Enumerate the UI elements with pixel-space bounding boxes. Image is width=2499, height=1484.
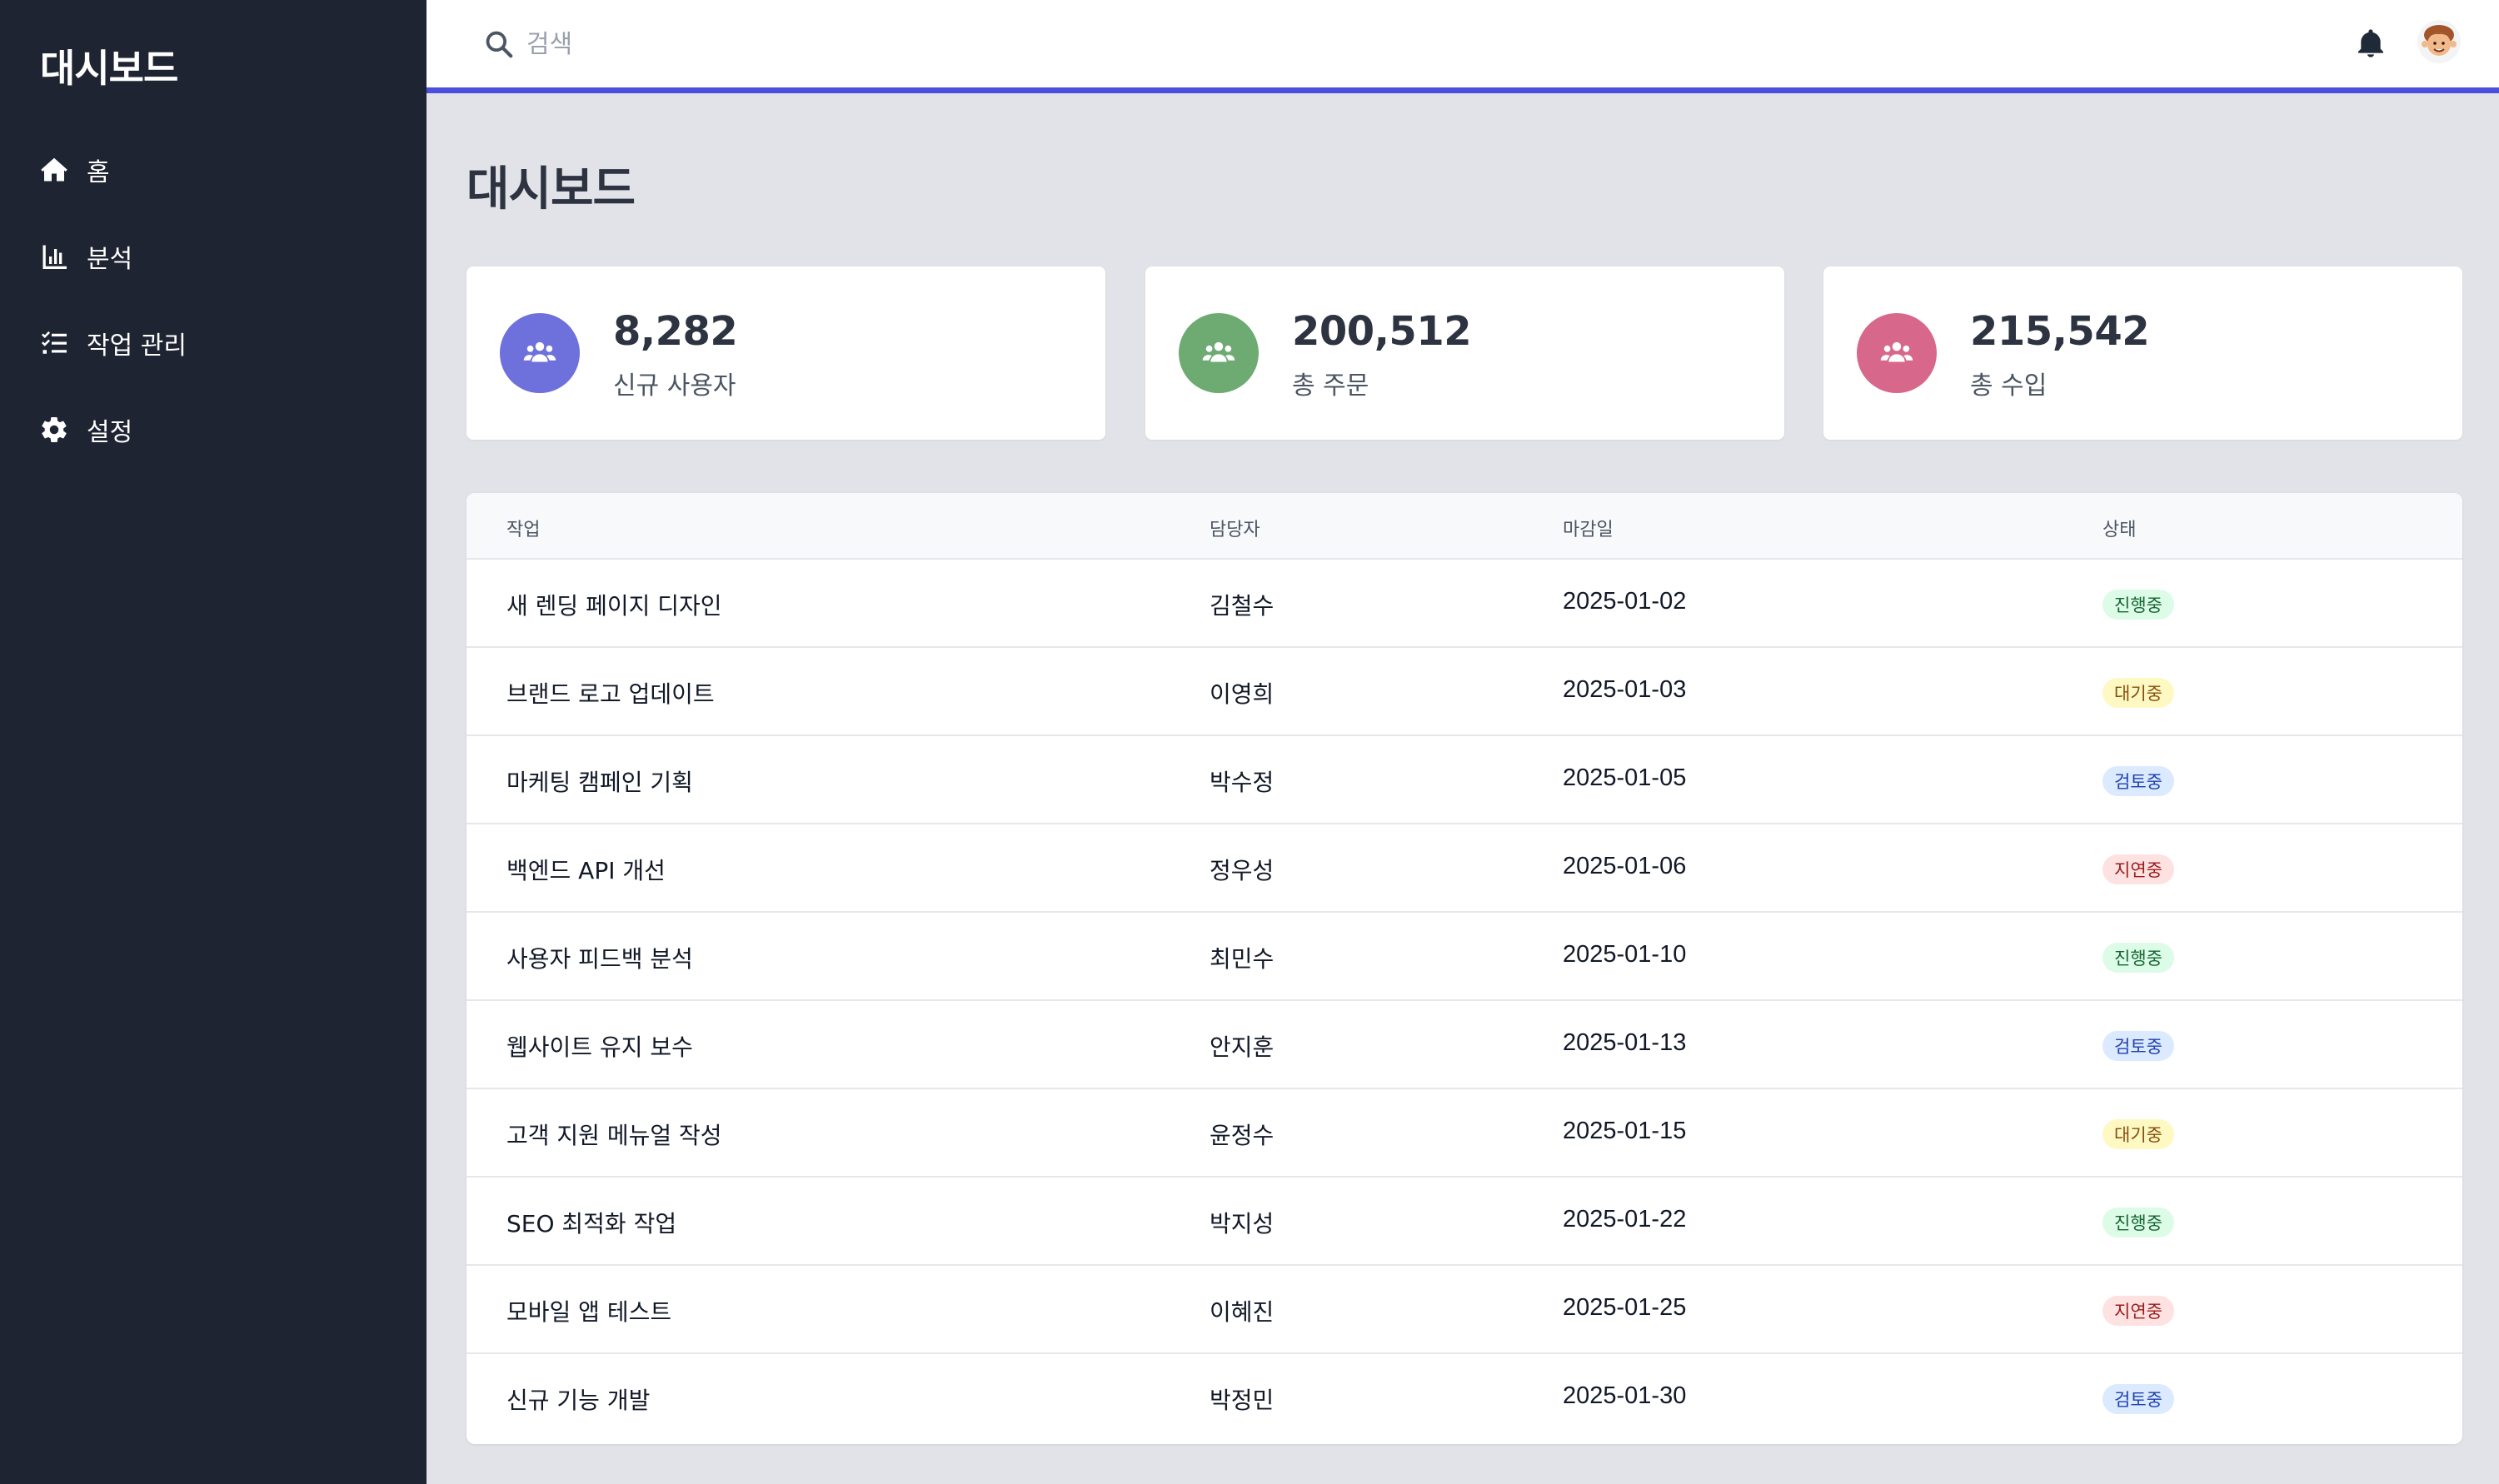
task-cell: 백엔드 API 개선	[506, 857, 666, 884]
stat-label: 총 수입	[1970, 371, 2048, 401]
stat-card-new-users: 8,282 신규 사용자	[466, 266, 1105, 440]
stat-card-total-revenue: 215,542 총 수입	[1823, 266, 2462, 440]
assignee-cell: 박정민	[1210, 1387, 1274, 1414]
due-date-cell: 2025-01-25	[1563, 1294, 1687, 1321]
avatar[interactable]	[2417, 20, 2461, 63]
task-cell: 웹사이트 유지 보수	[506, 1033, 693, 1061]
table-row[interactable]: SEO 최적화 작업 박지성 2025-01-22 진행중	[466, 1178, 2462, 1266]
task-cell: 모바일 앱 테스트	[506, 1298, 672, 1326]
sidebar-item-tasks[interactable]: 작업 관리	[38, 318, 405, 368]
bell-icon[interactable]	[2354, 27, 2387, 60]
status-badge: 대기중	[2102, 1119, 2174, 1149]
sidebar-item-label: 분석	[87, 245, 133, 274]
assignee-cell: 안지훈	[1210, 1033, 1274, 1061]
due-date-cell: 2025-01-02	[1563, 588, 1687, 615]
due-date-cell: 2025-01-22	[1563, 1206, 1687, 1233]
status-badge: 검토중	[2102, 1031, 2174, 1061]
chart-icon	[38, 241, 70, 272]
column-header-task[interactable]: 작업	[506, 515, 540, 541]
sidebar-item-home[interactable]: 홈	[38, 145, 405, 195]
status-badge: 진행중	[2102, 590, 2174, 620]
sidebar-item-label: 홈	[87, 158, 110, 187]
status-badge: 검토중	[2102, 1384, 2174, 1414]
stat-value: 8,282	[613, 308, 738, 355]
tasks-icon	[38, 327, 70, 359]
task-table: 작업 담당자 마감일 상태 새 렌딩 페이지 디자인 김철수 2025-01-02 진…	[466, 493, 2462, 1444]
task-cell: 신규 기능 개발	[506, 1387, 651, 1414]
assignee-cell: 윤정수	[1210, 1122, 1274, 1149]
users-icon	[1179, 313, 1259, 393]
assignee-cell: 이영희	[1210, 680, 1274, 708]
table-row[interactable]: 새 렌딩 페이지 디자인 김철수 2025-01-02 진행중	[466, 560, 2462, 648]
task-cell: 브랜드 로고 업데이트	[506, 680, 715, 708]
column-header-status[interactable]: 상태	[2102, 515, 2136, 541]
table-row[interactable]: 브랜드 로고 업데이트 이영희 2025-01-03 대기중	[466, 648, 2462, 736]
users-icon	[500, 313, 580, 393]
stat-label: 총 주문	[1292, 371, 1369, 401]
sidebar-item-label: 작업 관리	[87, 331, 187, 361]
stat-label: 신규 사용자	[613, 371, 736, 401]
stat-value: 200,512	[1292, 308, 1472, 355]
task-cell: 새 렌딩 페이지 디자인	[506, 592, 722, 620]
status-badge: 지연중	[2102, 1296, 2174, 1326]
gear-icon	[38, 414, 70, 446]
due-date-cell: 2025-01-15	[1563, 1118, 1687, 1144]
assignee-cell: 이혜진	[1210, 1298, 1274, 1326]
sidebar: 대시보드 홈 분석 작업 관리 설정	[0, 0, 426, 1484]
table-row[interactable]: 신규 기능 개발 박정민 2025-01-30 검토중	[466, 1354, 2462, 1442]
topbar	[426, 0, 2499, 93]
home-icon	[38, 154, 70, 186]
assignee-cell: 최민수	[1210, 945, 1274, 973]
table-row[interactable]: 백엔드 API 개선 정우성 2025-01-06 지연중	[466, 824, 2462, 913]
assignee-cell: 김철수	[1210, 592, 1274, 620]
status-badge: 진행중	[2102, 1208, 2174, 1237]
column-header-due-date[interactable]: 마감일	[1563, 515, 1614, 541]
task-cell: 사용자 피드백 분석	[506, 945, 693, 973]
due-date-cell: 2025-01-03	[1563, 676, 1687, 703]
search-input[interactable]	[526, 22, 1276, 67]
table-row[interactable]: 모바일 앱 테스트 이혜진 2025-01-25 지연중	[466, 1266, 2462, 1354]
table-header: 작업 담당자 마감일 상태	[466, 493, 2462, 560]
status-badge: 대기중	[2102, 678, 2174, 708]
task-cell: 고객 지원 메뉴얼 작성	[506, 1122, 722, 1149]
column-header-assignee[interactable]: 담당자	[1210, 515, 1260, 541]
status-badge: 진행중	[2102, 943, 2174, 973]
due-date-cell: 2025-01-10	[1563, 941, 1687, 968]
brand-title: 대시보드	[40, 46, 178, 91]
table-row[interactable]: 고객 지원 메뉴얼 작성 윤정수 2025-01-15 대기중	[466, 1089, 2462, 1178]
due-date-cell: 2025-01-13	[1563, 1029, 1687, 1056]
table-row[interactable]: 사용자 피드백 분석 최민수 2025-01-10 진행중	[466, 913, 2462, 1001]
sidebar-item-analytics[interactable]: 분석	[38, 232, 405, 281]
users-icon	[1857, 313, 1937, 393]
due-date-cell: 2025-01-05	[1563, 764, 1687, 791]
table-row[interactable]: 마케팅 캠페인 기획 박수정 2025-01-05 검토중	[466, 736, 2462, 824]
stat-value: 215,542	[1970, 308, 2150, 355]
sidebar-item-settings[interactable]: 설정	[38, 405, 405, 455]
due-date-cell: 2025-01-30	[1563, 1382, 1687, 1409]
task-cell: 마케팅 캠페인 기획	[506, 769, 693, 796]
search-icon	[483, 28, 515, 60]
page-title: 대시보드	[466, 162, 636, 217]
assignee-cell: 정우성	[1210, 857, 1274, 884]
assignee-cell: 박수정	[1210, 769, 1274, 796]
status-badge: 검토중	[2102, 766, 2174, 796]
due-date-cell: 2025-01-06	[1563, 853, 1687, 879]
assignee-cell: 박지성	[1210, 1210, 1274, 1237]
sidebar-item-label: 설정	[87, 418, 133, 447]
task-cell: SEO 최적화 작업	[506, 1210, 677, 1237]
status-badge: 지연중	[2102, 854, 2174, 884]
stat-card-total-orders: 200,512 총 주문	[1145, 266, 1784, 440]
table-row[interactable]: 웹사이트 유지 보수 안지훈 2025-01-13 검토중	[466, 1001, 2462, 1089]
